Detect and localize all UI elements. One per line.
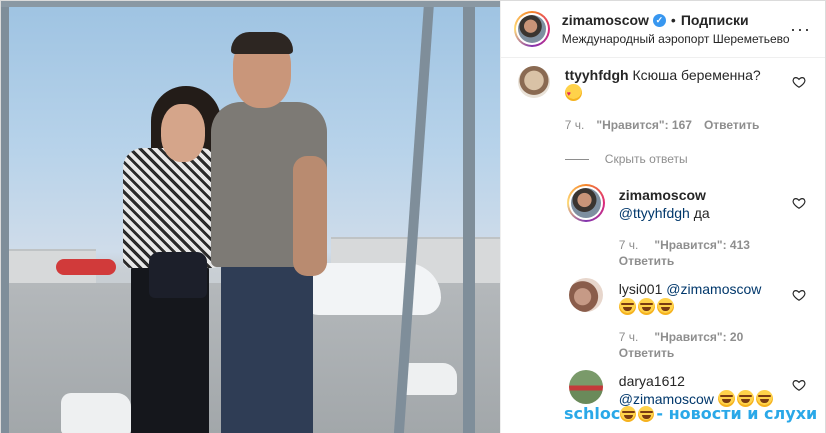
comment-item: ttyyhfdgh Ксюша беременна? 7 ч. "Нравитс… (501, 58, 825, 138)
comment-time[interactable]: 7 ч. (565, 118, 585, 132)
joy-emoji-icon (620, 406, 637, 422)
reply-meta: 7 ч. "Нравится": 413 Ответить (619, 238, 769, 268)
reply-time[interactable]: 7 ч. (619, 238, 639, 252)
watermark-prefix: schloc (564, 404, 621, 423)
photo-plane-red (56, 259, 116, 275)
post-header: zimamoscow ✓ • Подписки Международный аэ… (500, 1, 825, 58)
reply-likes[interactable]: "Нравится": 413 (654, 238, 750, 252)
heart-eyes-emoji-icon (564, 84, 582, 104)
following-button[interactable]: Подписки (681, 12, 749, 28)
author-avatar[interactable] (513, 11, 550, 47)
reply-button[interactable]: Ответить (704, 118, 759, 132)
joy-emoji-icon (618, 298, 636, 315)
comment-username[interactable]: ttyyhfdgh (565, 67, 629, 83)
comment-likes[interactable]: "Нравится": 167 (596, 118, 692, 132)
reply-avatar[interactable] (568, 278, 603, 312)
separator-dot: • (670, 12, 676, 28)
reply-body: zimamoscow @ttyyhfdgh да (619, 186, 789, 222)
verified-badge-icon: ✓ (652, 13, 666, 27)
heart-icon[interactable] (792, 378, 806, 392)
reply-button[interactable]: Ответить (619, 254, 674, 268)
comment-text: Ксюша беременна? (632, 67, 761, 83)
post-side-panel: zimamoscow ✓ • Подписки Международный аэ… (499, 1, 825, 433)
reply-avatar[interactable] (566, 184, 605, 222)
reply-text: да (693, 205, 710, 221)
joy-emoji-icon (656, 298, 674, 315)
post-location[interactable]: Международный аэропорт Шереметьево (562, 32, 790, 46)
author-username[interactable]: zimamoscow (562, 12, 649, 28)
reply-username[interactable]: lysi001 (619, 281, 663, 297)
heart-icon[interactable] (792, 288, 806, 302)
watermark-suffix: - новости и слухи (656, 404, 818, 423)
replies-line (564, 158, 589, 160)
hide-replies-label: Скрыть ответы (604, 152, 688, 166)
hide-replies-button[interactable]: Скрыть ответы (564, 152, 688, 166)
reply-username[interactable]: darya1612 (619, 373, 685, 389)
reply-body: lysi001 @zimamoscow (618, 280, 789, 316)
commenter-avatar[interactable] (517, 66, 550, 98)
photo-window-frame (1, 1, 9, 433)
post-photo[interactable] (1, 1, 500, 433)
reply-mention[interactable]: @zimamoscow (666, 281, 761, 297)
instagram-post-viewer: zimamoscow ✓ • Подписки Международный аэ… (0, 0, 826, 433)
joy-emoji-icon (637, 298, 655, 315)
photo-window-frame (463, 1, 475, 433)
reply-mention[interactable]: @ttyyhfdgh (619, 205, 690, 221)
reply-item: zimamoscow @ttyyhfdgh да 7 ч. "Нравится"… (501, 178, 825, 268)
reply-body: darya1612 @zimamoscow (619, 372, 789, 408)
reply-meta: 7 ч. "Нравится": 20 Ответить (619, 330, 769, 360)
reply-username[interactable]: zimamoscow (619, 187, 706, 203)
joy-emoji-icon (638, 406, 655, 422)
comments-list: ttyyhfdgh Ксюша беременна? 7 ч. "Нравитс… (501, 58, 825, 433)
photo-window-frame (1, 1, 500, 7)
comment-meta: 7 ч. "Нравится": 167 Ответить (565, 118, 760, 132)
heart-icon[interactable] (792, 75, 806, 89)
reply-avatar[interactable] (568, 370, 603, 404)
reply-time[interactable]: 7 ч. (619, 330, 639, 344)
reply-item: lysi001 @zimamoscow 7 ч. "Нравится": 20 … (501, 274, 825, 364)
watermark: schloc - новости и слухи (564, 404, 817, 423)
comment-body: ttyyhfdgh Ксюша беременна? (564, 66, 785, 104)
heart-icon[interactable] (792, 196, 806, 210)
reply-button[interactable]: Ответить (619, 346, 674, 360)
photo-person-man (201, 32, 331, 433)
more-icon[interactable]: ··· (790, 19, 811, 40)
reply-likes[interactable]: "Нравится": 20 (654, 330, 743, 344)
